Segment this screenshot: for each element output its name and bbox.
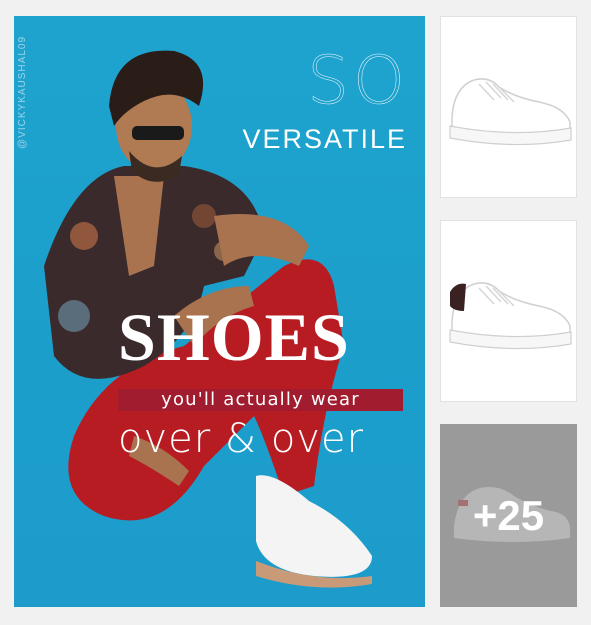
- sneaker-image: [448, 78, 572, 146]
- collection-gallery: @VICKYKAUSHAL09 SO VERSATILE SHOES you'l…: [0, 0, 591, 625]
- more-count-label: +25: [472, 491, 545, 539]
- headline-so: SO: [307, 42, 409, 119]
- more-items-tile[interactable]: +25: [440, 424, 577, 607]
- headline-shoes: SHOES: [118, 299, 350, 375]
- main-poster-image[interactable]: @VICKYKAUSHAL09 SO VERSATILE SHOES you'l…: [14, 16, 425, 607]
- product-thumbnail-black-heel-sneaker[interactable]: [440, 220, 577, 402]
- tagline-banner: you'll actually wear: [118, 389, 403, 411]
- subline-text: over & over: [118, 416, 365, 462]
- product-thumbnail-white-sneaker[interactable]: [440, 16, 577, 198]
- headline-versatile: VERSATILE: [242, 124, 407, 154]
- sneaker-image: [448, 282, 572, 350]
